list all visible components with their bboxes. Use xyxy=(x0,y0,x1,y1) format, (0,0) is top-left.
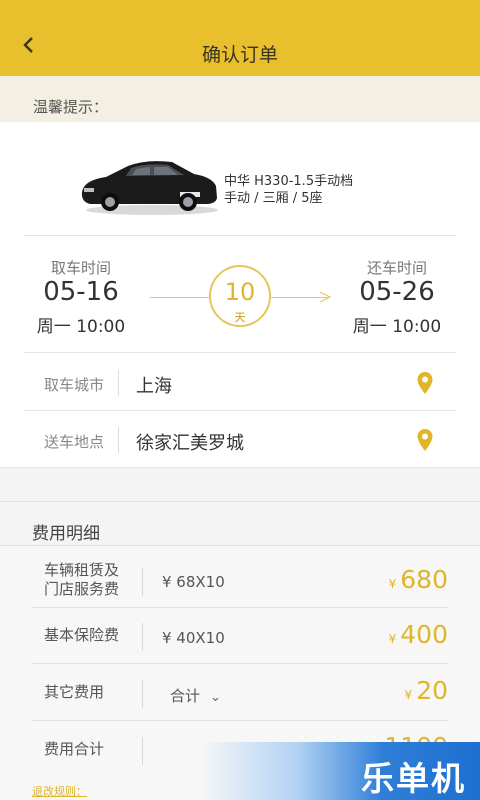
fee-section-title: 费用明细 xyxy=(32,524,100,544)
divider xyxy=(24,410,456,411)
other-fee-amount: ¥20 xyxy=(405,676,448,705)
pickup-date: 05-16 xyxy=(43,277,119,307)
rental-days-badge: 10 天 xyxy=(209,265,271,327)
pickup-time: 周一 10:00 xyxy=(36,317,126,337)
rental-days-value: 10 xyxy=(224,278,256,306)
insurance-fee-formula: ¥ 40X10 xyxy=(162,629,225,647)
row-separator xyxy=(142,623,143,651)
duration-line-left xyxy=(150,297,210,298)
rental-fee-label: 车辆租赁及 门店服务费 xyxy=(44,561,119,599)
app-header: 确认订单 xyxy=(0,0,480,76)
return-time: 周一 10:00 xyxy=(352,317,442,337)
other-fee-dropdown[interactable]: 合计 ⌄ xyxy=(170,685,221,706)
return-time-label: 还车时间 xyxy=(366,259,427,277)
divider xyxy=(32,663,448,664)
location-pin-icon[interactable] xyxy=(416,371,434,395)
delivery-location-label: 送车地点 xyxy=(44,433,105,451)
watermark-text: 乐单机 xyxy=(361,759,466,798)
cancellation-policy-link[interactable]: 退改规则： xyxy=(32,783,87,799)
row-separator xyxy=(118,370,119,396)
return-date: 05-26 xyxy=(359,277,435,307)
other-fee-selector-label: 合计 xyxy=(170,687,201,705)
insurance-fee-label: 基本保险费 xyxy=(44,626,120,644)
car-spec: 手动 / 三厢 / 5座 xyxy=(224,191,323,206)
row-separator xyxy=(142,737,143,765)
rental-days-unit: 天 xyxy=(234,311,246,324)
row-separator xyxy=(118,427,119,453)
currency-symbol: ¥ xyxy=(404,688,413,702)
rental-fee-value: 680 xyxy=(400,565,448,594)
divider xyxy=(32,607,448,608)
total-fee-label: 费用合计 xyxy=(44,740,105,758)
fee-section-header: 费用明细 xyxy=(0,501,480,546)
pickup-city-label: 取车城市 xyxy=(44,376,105,394)
rental-fee-amount: ¥680 xyxy=(389,565,448,594)
row-separator xyxy=(142,568,143,596)
notice-label: 温馨提示： xyxy=(33,98,109,116)
delivery-location-value: 徐家汇美罗城 xyxy=(136,433,244,454)
page-title: 确认订单 xyxy=(201,44,278,66)
section-gap xyxy=(0,467,480,501)
currency-symbol: ¥ xyxy=(388,577,397,591)
insurance-fee-value: 400 xyxy=(400,620,448,649)
pickup-time-label: 取车时间 xyxy=(50,259,111,277)
rental-fee-label-line2: 门店服务费 xyxy=(44,580,120,598)
divider xyxy=(24,352,456,353)
other-fee-label: 其它费用 xyxy=(44,683,105,701)
notice-bar: 温馨提示： xyxy=(0,76,480,122)
pickup-city-value: 上海 xyxy=(136,376,172,397)
car-image xyxy=(76,154,222,218)
arrow-right-icon xyxy=(319,291,332,303)
currency-symbol: ¥ xyxy=(388,632,397,646)
chevron-down-icon: ⌄ xyxy=(210,690,221,705)
divider xyxy=(24,235,456,236)
rental-fee-label-line1: 车辆租赁及 xyxy=(44,561,120,579)
other-fee-value: 20 xyxy=(416,676,448,705)
divider xyxy=(32,720,448,721)
rental-fee-formula: ¥ 68X10 xyxy=(162,573,225,591)
location-pin-icon[interactable] xyxy=(416,428,434,452)
insurance-fee-amount: ¥400 xyxy=(389,620,448,649)
row-separator xyxy=(142,680,143,708)
